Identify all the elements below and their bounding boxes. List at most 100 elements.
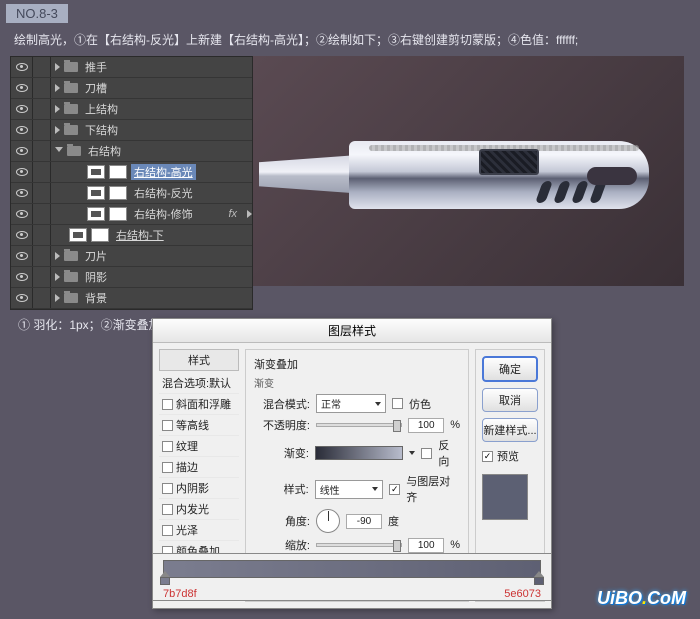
style-label: 内阴影 (176, 480, 209, 496)
visibility-icon[interactable] (16, 210, 28, 218)
align-label: 与图层对齐 (406, 473, 460, 505)
gradient-stop-right[interactable] (534, 577, 544, 587)
style-item-blend[interactable]: 混合选项:默认 (159, 373, 239, 394)
layer-row[interactable]: 右结构-修饰fx (11, 204, 252, 225)
expand-icon[interactable] (247, 210, 252, 218)
layer-label: 刀片 (82, 248, 110, 264)
ok-button[interactable]: 确定 (482, 356, 538, 382)
expand-icon[interactable] (55, 252, 60, 260)
color-value-right: 5e6073 (504, 588, 541, 600)
gradient-stop-left[interactable] (160, 577, 170, 587)
preview-checkbox[interactable] (482, 451, 493, 462)
style-item-bevel[interactable]: 斜面和浮雕 (159, 394, 239, 415)
layer-row[interactable]: 刀片 (11, 246, 252, 267)
layer-row[interactable]: 推手 (11, 57, 252, 78)
align-checkbox[interactable] (389, 484, 400, 495)
mask-thumbnail[interactable] (109, 207, 127, 221)
layer-row[interactable]: 右结构-下 (11, 225, 252, 246)
reverse-checkbox[interactable] (421, 448, 432, 459)
visibility-icon[interactable] (16, 63, 28, 71)
angle-dial[interactable] (316, 509, 340, 533)
layer-row[interactable]: 右结构 (11, 141, 252, 162)
angle-label: 角度: (254, 513, 310, 529)
chevron-down-icon[interactable] (409, 451, 415, 455)
visibility-icon[interactable] (16, 84, 28, 92)
gradient-bar[interactable] (163, 560, 541, 578)
style-item-satin[interactable]: 光泽 (159, 520, 239, 541)
expand-icon[interactable] (55, 294, 60, 302)
expand-icon[interactable] (55, 105, 60, 113)
scale-slider[interactable] (316, 543, 402, 547)
opacity-input[interactable]: 100 (408, 418, 444, 433)
checkbox[interactable] (162, 525, 173, 536)
style-item-inner-shadow[interactable]: 内阴影 (159, 478, 239, 499)
expand-icon[interactable] (55, 126, 60, 134)
layer-row[interactable]: 背景 (11, 288, 252, 309)
folder-icon (64, 83, 78, 93)
expand-icon[interactable] (55, 63, 60, 71)
visibility-icon[interactable] (16, 252, 28, 260)
visibility-icon[interactable] (16, 294, 28, 302)
layer-row[interactable]: 阴影 (11, 267, 252, 288)
scale-unit: % (450, 539, 460, 551)
layer-row[interactable]: 右结构-反光 (11, 183, 252, 204)
layer-thumbnail[interactable] (87, 207, 105, 221)
layer-label: 推手 (82, 59, 110, 75)
checkbox[interactable] (162, 462, 173, 473)
layer-thumbnail[interactable] (87, 186, 105, 200)
visibility-icon[interactable] (16, 231, 28, 239)
cancel-button[interactable]: 取消 (482, 388, 538, 412)
gradient-picker[interactable] (315, 446, 403, 460)
layer-label: 右结构-反光 (131, 185, 196, 201)
visibility-icon[interactable] (16, 168, 28, 176)
style-label: 样式: (254, 481, 309, 497)
layer-row[interactable]: 右结构-高光 (11, 162, 252, 183)
blend-mode-select[interactable]: 正常 (316, 394, 386, 413)
checkbox[interactable] (162, 504, 173, 515)
angle-input[interactable]: -90 (346, 514, 382, 529)
style-label: 纹理 (176, 438, 198, 454)
style-item-contour[interactable]: 等高线 (159, 415, 239, 436)
layers-panel: 推手 刀槽 上结构 下结构 右结构 右结构-高光 右结构-反光 右结构-修饰fx… (10, 56, 253, 310)
style-label: 描边 (176, 459, 198, 475)
layer-thumbnail[interactable] (87, 165, 105, 179)
blend-mode-label: 混合模式: (254, 396, 310, 412)
style-item-stroke[interactable]: 描边 (159, 457, 239, 478)
layer-row[interactable]: 刀槽 (11, 78, 252, 99)
collapse-icon[interactable] (55, 147, 63, 156)
mask-thumbnail[interactable] (109, 186, 127, 200)
visibility-icon[interactable] (16, 273, 28, 281)
expand-icon[interactable] (55, 273, 60, 281)
style-item-texture[interactable]: 纹理 (159, 436, 239, 457)
style-item-inner-glow[interactable]: 内发光 (159, 499, 239, 520)
checkbox[interactable] (162, 441, 173, 452)
visibility-icon[interactable] (16, 126, 28, 134)
opacity-slider[interactable] (316, 423, 402, 427)
checkbox[interactable] (162, 483, 173, 494)
style-label: 等高线 (176, 417, 209, 433)
layer-label: 右结构 (85, 143, 124, 159)
style-select[interactable]: 线性 (315, 480, 384, 499)
new-style-button[interactable]: 新建样式... (482, 418, 538, 442)
opacity-label: 不透明度: (254, 417, 310, 433)
angle-unit: 度 (388, 513, 399, 529)
folder-icon (64, 125, 78, 135)
visibility-icon[interactable] (16, 147, 28, 155)
fx-indicator[interactable]: fx (228, 208, 237, 220)
dither-checkbox[interactable] (392, 398, 403, 409)
layer-label: 上结构 (82, 101, 121, 117)
layer-row[interactable]: 下结构 (11, 120, 252, 141)
scale-input[interactable]: 100 (408, 538, 444, 553)
layer-label: 右结构-下 (113, 227, 167, 243)
expand-icon[interactable] (55, 84, 60, 92)
checkbox[interactable] (162, 420, 173, 431)
checkbox[interactable] (162, 399, 173, 410)
gradient-editor: 7b7d8f 5e6073 (152, 553, 552, 601)
mask-thumbnail[interactable] (109, 165, 127, 179)
layer-thumbnail[interactable] (69, 228, 87, 242)
mask-thumbnail[interactable] (91, 228, 109, 242)
styles-header: 样式 (159, 349, 239, 371)
layer-row[interactable]: 上结构 (11, 99, 252, 120)
visibility-icon[interactable] (16, 105, 28, 113)
visibility-icon[interactable] (16, 189, 28, 197)
